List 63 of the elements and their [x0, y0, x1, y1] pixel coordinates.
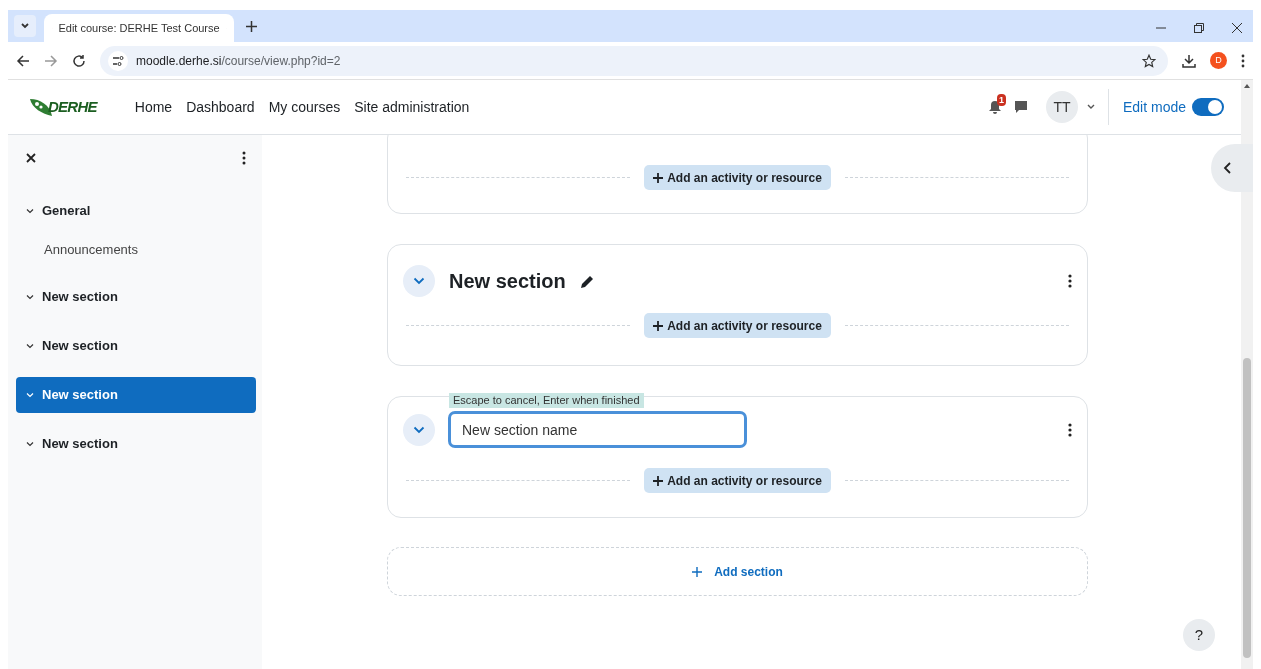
nav-link[interactable]: My courses [268, 96, 341, 118]
chat-icon[interactable] [1013, 100, 1028, 114]
close-icon[interactable] [26, 153, 36, 163]
add-activity-button[interactable]: Add an activity or resource [644, 313, 831, 338]
section-title: New section [449, 269, 566, 294]
tab-search-button[interactable] [14, 15, 36, 37]
section-item[interactable]: New section [16, 327, 256, 364]
section-item[interactable]: New section [16, 425, 256, 462]
logo[interactable]: DERHE [28, 95, 97, 119]
browser-tab[interactable]: Edit course: DERHE Test Course [44, 14, 234, 42]
help-button[interactable]: ? [1183, 619, 1215, 651]
plus-icon [653, 320, 664, 331]
chevron-down-icon [20, 21, 30, 31]
more-icon[interactable] [1241, 53, 1245, 68]
more-icon[interactable] [1068, 274, 1072, 288]
restore-icon[interactable] [1193, 22, 1205, 34]
drawer-toggle-button[interactable] [1211, 144, 1253, 192]
tab-title: Edit course: DERHE Test Course [58, 20, 220, 36]
edit-mode-toggle[interactable] [1192, 98, 1224, 116]
bell-icon[interactable] [987, 99, 1002, 115]
reload-icon[interactable] [72, 53, 86, 68]
chevron-down-icon [26, 207, 34, 215]
chevron-down-icon [26, 341, 34, 350]
nav-link[interactable]: Dashboard [186, 96, 255, 118]
plus-icon [653, 475, 664, 486]
star-icon[interactable] [1142, 53, 1156, 68]
chevron-down-icon [413, 277, 425, 285]
notification-badge: 1 [996, 93, 1006, 106]
user-avatar[interactable]: TT [1045, 91, 1078, 123]
section-item[interactable]: New section [16, 376, 256, 413]
more-icon[interactable] [242, 151, 246, 165]
collapse-button[interactable] [403, 413, 435, 446]
add-section-button[interactable]: Add section [387, 547, 1088, 596]
site-info-icon[interactable] [108, 50, 128, 71]
plus-icon [692, 566, 703, 577]
back-icon[interactable] [16, 53, 30, 68]
new-tab-icon[interactable] [246, 21, 257, 32]
section-name-field[interactable]: New section name [448, 411, 747, 448]
url-text: moodle.derhe.si/course/view.php?id=2 [136, 52, 341, 70]
section-item[interactable]: General [16, 193, 256, 229]
edit-hint: Escape to cancel, Enter when finished [449, 393, 644, 408]
chevron-down-icon [413, 425, 425, 434]
scrollbar-thumb[interactable] [1243, 358, 1251, 658]
download-icon[interactable] [1182, 53, 1196, 68]
section-item[interactable]: New section [16, 278, 256, 315]
edit-mode-label[interactable]: Edit mode [1122, 96, 1186, 118]
chevron-down-icon [26, 292, 34, 301]
nav-link[interactable]: Home [134, 96, 173, 118]
more-icon[interactable] [1068, 422, 1072, 437]
add-activity-button[interactable]: Add an activity or resource [644, 468, 831, 493]
chevron-left-icon [1223, 162, 1231, 174]
activity-link[interactable]: Announcements [16, 238, 256, 262]
address-bar[interactable]: moodle.derhe.si/course/view.php?id=2 [100, 45, 1168, 76]
chevron-down-icon [26, 390, 34, 399]
pencil-icon[interactable] [579, 273, 595, 289]
forward-icon[interactable] [44, 53, 58, 68]
close-icon[interactable] [1231, 22, 1243, 34]
scroll-up-icon[interactable] [1244, 84, 1250, 88]
nav-link[interactable]: Site administration [354, 96, 470, 118]
add-activity-button[interactable]: Add an activity or resource [644, 165, 831, 190]
collapse-button[interactable] [403, 265, 435, 297]
chevron-down-icon [26, 439, 34, 448]
plus-icon [653, 172, 664, 183]
